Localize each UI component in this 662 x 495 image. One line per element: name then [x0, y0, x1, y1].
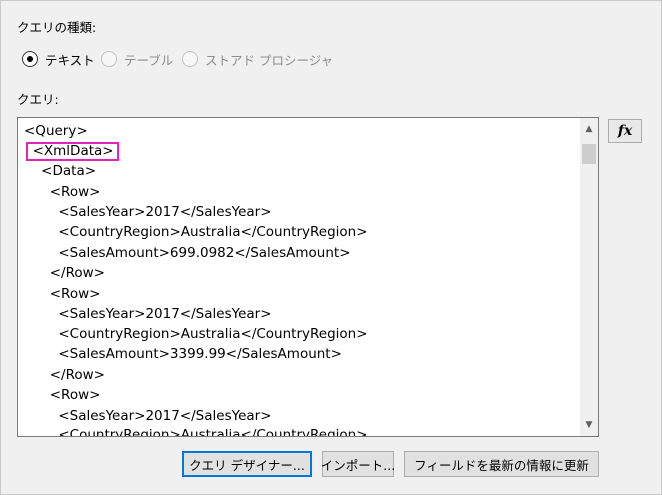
radio-text-label: テキスト — [45, 52, 95, 68]
query-text-editor[interactable]: <Query> <XmlData> <Data> <Row> <SalesYea… — [17, 117, 599, 437]
code-line: <CountryRegion>Australia</CountryRegion> — [24, 224, 368, 240]
expression-button[interactable]: fx — [608, 119, 642, 143]
query-designer-button[interactable]: クエリ デザイナー... — [182, 451, 312, 477]
refresh-fields-button[interactable]: フィールドを最新の情報に更新 — [404, 451, 599, 477]
code-line: <SalesAmount>699.0982</SalesAmount> — [24, 245, 351, 261]
radio-stored-procedure-circle[interactable] — [182, 51, 198, 67]
import-button[interactable]: インポート... — [321, 451, 395, 477]
vertical-scrollbar[interactable]: ▲ ▼ — [580, 118, 598, 436]
fx-icon: fx — [617, 123, 633, 139]
code-line: <Row> — [24, 184, 101, 200]
radio-table-label: テーブル — [124, 52, 174, 68]
scroll-down-arrow-icon[interactable]: ▼ — [580, 416, 598, 434]
code-line: <CountryRegion>Australia</CountryRegion> — [24, 326, 368, 342]
scrollbar-thumb[interactable] — [582, 144, 596, 164]
code-line: <Query> — [24, 123, 88, 139]
code-line: <Row> — [24, 286, 101, 302]
query-type-label: クエリの種類: — [17, 20, 97, 35]
code-line: <Data> — [24, 163, 97, 179]
code-line: <SalesAmount>3399.99</SalesAmount> — [24, 346, 342, 362]
code-line: <Row> — [24, 387, 101, 403]
code-line: <SalesYear>2017</SalesYear> — [24, 204, 272, 220]
code-line: <SalesYear>2017</SalesYear> — [24, 306, 272, 322]
radio-table[interactable]: テーブル — [101, 48, 173, 70]
code-line: </Row> — [24, 265, 105, 281]
code-line: </Row> — [24, 367, 105, 383]
radio-text-circle[interactable] — [22, 51, 38, 67]
code-line: <CountryRegion>Australia</CountryRegion> — [24, 427, 368, 436]
radio-stored-procedure[interactable]: ストアド プロシージャ — [182, 48, 333, 70]
query-text-content[interactable]: <Query> <XmlData> <Data> <Row> <SalesYea… — [18, 118, 580, 436]
code-line: <SalesYear>2017</SalesYear> — [24, 408, 272, 424]
scroll-up-arrow-icon[interactable]: ▲ — [580, 120, 598, 138]
xmldata-highlight-box — [26, 142, 119, 161]
radio-table-circle[interactable] — [101, 51, 117, 67]
query-label: クエリ: — [17, 92, 59, 107]
radio-stored-procedure-label: ストアド プロシージャ — [205, 52, 334, 68]
radio-text[interactable]: テキスト — [22, 48, 95, 70]
